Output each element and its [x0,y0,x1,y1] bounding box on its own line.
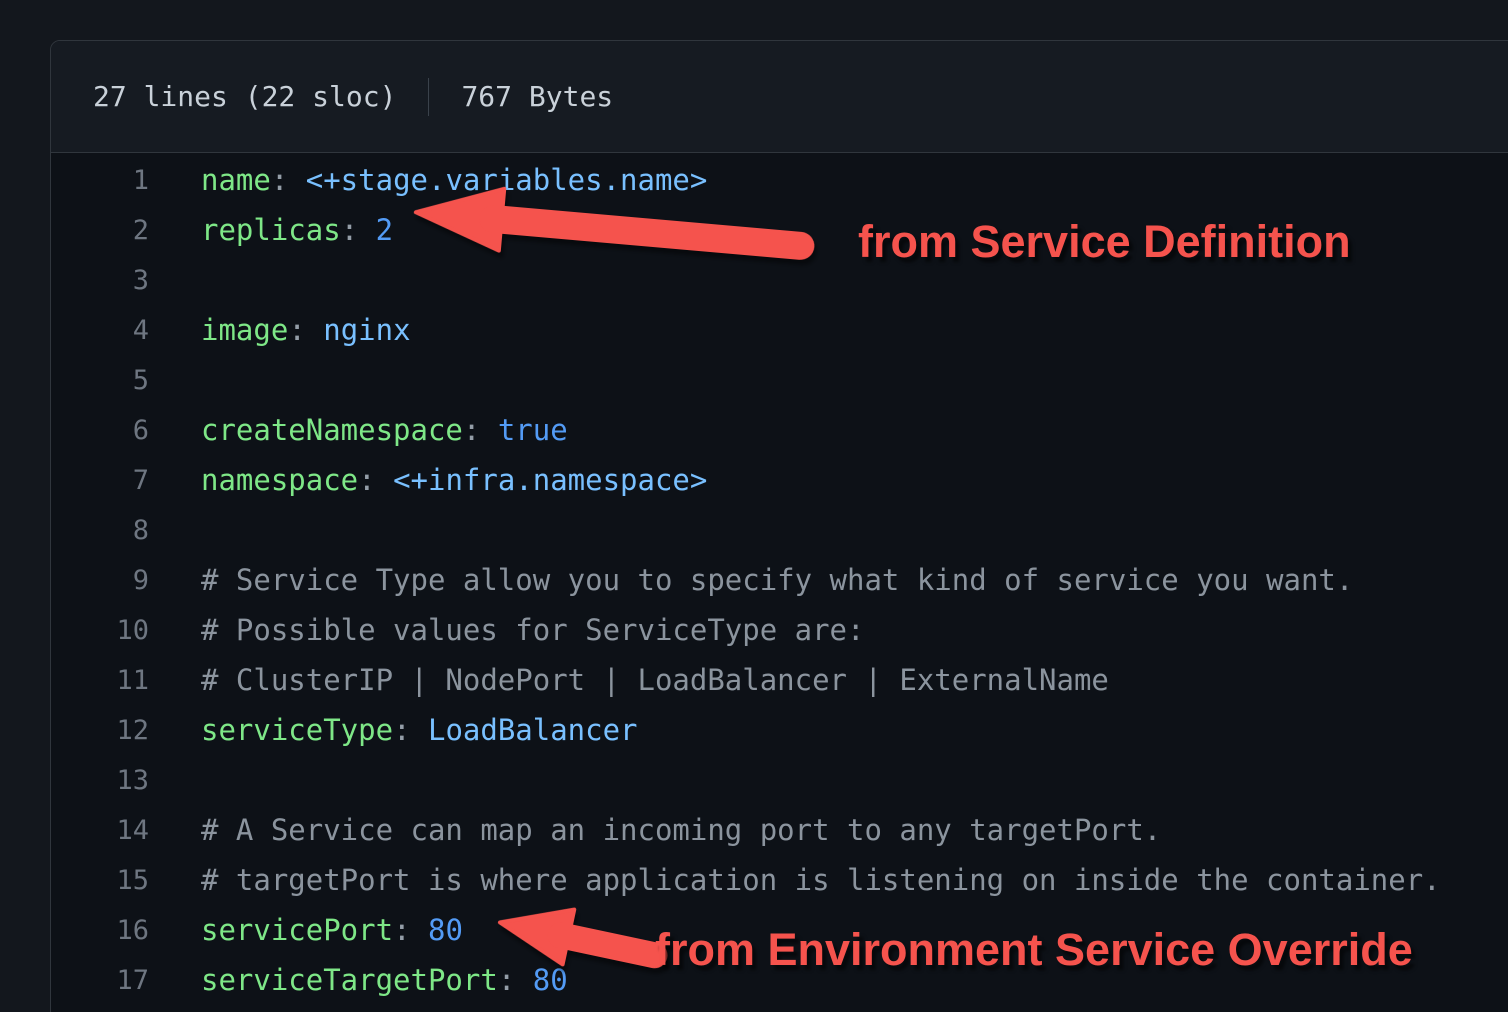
code-line: 7namespace: <+infra.namespace> [51,455,1508,505]
line-number[interactable]: 4 [51,315,149,346]
code-text: # Possible values for ServiceType are: [149,613,864,647]
line-number[interactable]: 17 [51,965,149,996]
file-lines-info: 27 lines (22 sloc) [93,80,396,113]
line-number[interactable]: 10 [51,615,149,646]
header-divider [428,78,429,116]
code-text: createNamespace: true [149,413,568,447]
line-number[interactable]: 6 [51,415,149,446]
line-number[interactable]: 1 [51,165,149,196]
line-number[interactable]: 15 [51,865,149,896]
code-line: 13 [51,755,1508,805]
code-line: 9# Service Type allow you to specify wha… [51,555,1508,605]
line-number[interactable]: 9 [51,565,149,596]
code-text: serviceType: LoadBalancer [149,713,638,747]
annotation-from-service-definition: from Service Definition [858,216,1351,268]
code-text: namespace: <+infra.namespace> [149,463,707,497]
code-line: 6createNamespace: true [51,405,1508,455]
code-line: 8 [51,505,1508,555]
code-text: image: nginx [149,313,411,347]
line-number[interactable]: 2 [51,215,149,246]
code-text: # targetPort is where application is lis… [149,863,1441,897]
code-line: 14# A Service can map an incoming port t… [51,805,1508,855]
code-text: # Service Type allow you to specify what… [149,563,1353,597]
line-number[interactable]: 3 [51,265,149,296]
code-line: 4image: nginx [51,305,1508,355]
line-number[interactable]: 13 [51,765,149,796]
code-line: 5 [51,355,1508,405]
file-size-info: 767 Bytes [461,80,613,113]
code-line: 10# Possible values for ServiceType are: [51,605,1508,655]
line-number[interactable]: 12 [51,715,149,746]
line-number[interactable]: 8 [51,515,149,546]
code-text: # ClusterIP | NodePort | LoadBalancer | … [149,663,1109,697]
line-number[interactable]: 7 [51,465,149,496]
code-text: # A Service can map an incoming port to … [149,813,1161,847]
code-text: serviceTargetPort: 80 [149,963,568,997]
line-number[interactable]: 5 [51,365,149,396]
code-line: 11# ClusterIP | NodePort | LoadBalancer … [51,655,1508,705]
line-number[interactable]: 16 [51,915,149,946]
line-number[interactable]: 14 [51,815,149,846]
code-text: servicePort: 80 [149,913,463,947]
code-line: 1name: <+stage.variables.name> [51,155,1508,205]
line-number[interactable]: 11 [51,665,149,696]
code-line: 12serviceType: LoadBalancer [51,705,1508,755]
code-text: replicas: 2 [149,213,393,247]
file-header: 27 lines (22 sloc) 767 Bytes [51,41,1508,153]
file-viewer-panel: 27 lines (22 sloc) 767 Bytes 1name: <+st… [50,40,1508,1012]
annotation-from-environment-service-override: from Environment Service Override [655,924,1413,976]
code-line: 15# targetPort is where application is l… [51,855,1508,905]
